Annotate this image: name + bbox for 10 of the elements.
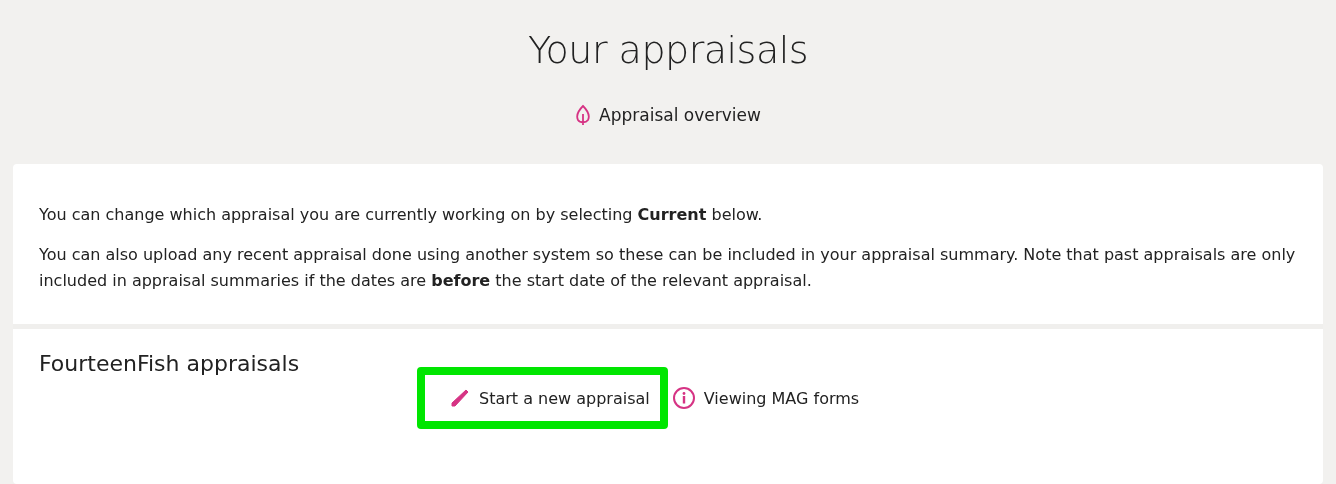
- start-appraisal-link[interactable]: Start a new appraisal: [417, 367, 668, 429]
- leaf-icon: [575, 104, 592, 126]
- info-icon: [671, 386, 696, 410]
- intro-paragraph: You can change which appraisal you are currently working on by selecting Current below.: [39, 204, 764, 226]
- intro-paragraph: You can also upload any recent appraisal done using another system so these can be included in your appraisal summary. Note that past appraisals are only included in appraisal summaries if the dates are before the start date of the relevant appraisal.: [39, 244, 1297, 292]
- page-title: Your appraisals: [527, 27, 809, 74]
- mag-forms-link[interactable]: Viewing MAG forms: [671, 386, 860, 410]
- section-heading: FourteenFish appraisals: [39, 351, 301, 378]
- overview-link[interactable]: Appraisal overview: [575, 104, 761, 126]
- pencil-icon: [449, 387, 471, 409]
